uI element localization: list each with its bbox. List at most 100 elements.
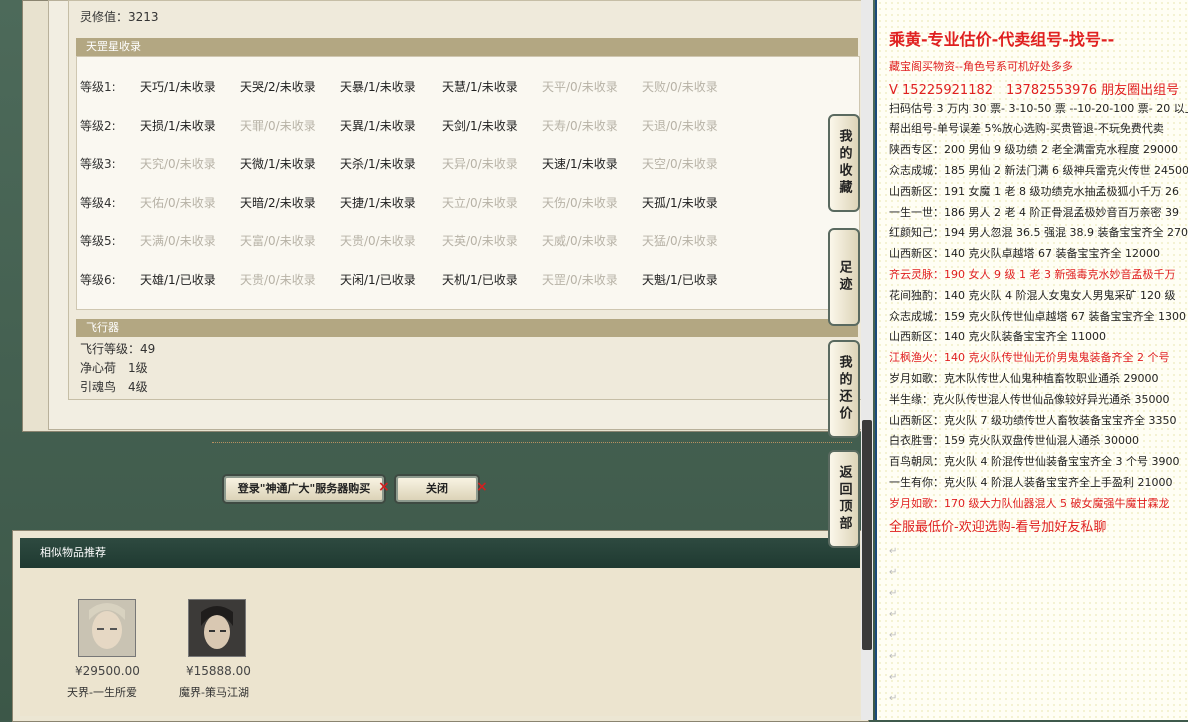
doc-line: 岁月如歌：克木队传世人仙鬼种植畜牧职业通杀 29000 (889, 372, 1159, 385)
doc-line: 扫码估号 3 万内 30 票- 3-10-50 票 --10-20-100 票-… (889, 101, 1188, 115)
doc-line: 半生缘：克火队传世混人传世仙品像较好异光通杀 35000 (889, 392, 1170, 406)
star-entry: 天退/0/未收录 (642, 118, 718, 133)
star-entry: 天雄/1/已收录 (140, 272, 216, 287)
item-price: ¥29500.00 (75, 664, 140, 678)
my-favorites-tab[interactable]: 我的收藏 (828, 114, 860, 212)
star-entry: 天哭/2/未收录 (240, 80, 316, 94)
doc-line: 一生一世：186 男人 2 老 4 阶正骨混孟极妙音百万亲密 39 (889, 205, 1179, 219)
star-entry: 天机/1/已收录 (442, 272, 518, 287)
item-avatar[interactable] (78, 599, 136, 657)
my-counteroffer-tab[interactable]: 我的还价 (828, 340, 860, 438)
paragraph-mark: ↵ (889, 546, 898, 557)
grade-label: 等级3: (80, 157, 116, 171)
star-entry: 天满/0/未收录 (140, 234, 216, 248)
doc-line: 山西新区：191 女魔 1 老 8 级功绩克水抽孟极狐小千万 26 (889, 184, 1179, 198)
doc-line: V 15225921182 13782553976 朋友圈出组号 (889, 82, 1180, 98)
item-price: ¥15888.00 (186, 664, 251, 678)
scrollbar-thumb[interactable] (862, 420, 872, 650)
paragraph-mark: ↵ (889, 693, 898, 704)
star-entry: 天捷/1/未收录 (340, 195, 416, 210)
lingxiu-value: 灵修值：3213 (80, 10, 159, 24)
star-entry: 天暗/2/未收录 (240, 195, 316, 210)
grade-label: 等级5: (80, 234, 116, 248)
doc-line: 众志成城：185 男仙 2 新法门满 6 级神兵雷克火传世 24500 (889, 164, 1188, 177)
doc-line: 山西新区：克火队 7 级功绩传世人畜牧装备宝宝齐全 3350 (889, 413, 1177, 427)
doc-line: 山西新区：140 克火队装备宝宝齐全 11000 (889, 330, 1106, 344)
star-entry: 天败/0/未收录 (642, 80, 718, 94)
divider (212, 442, 852, 443)
grade-label: 等级6: (80, 272, 116, 287)
login-buy-button[interactable]: 登录"神通广大"服务器购买 (222, 474, 386, 504)
star-entry: 天贵/0/未收录 (240, 272, 316, 287)
doc-line: 帮出组号-单号误差 5%放心选购-买贵管退-不玩免费代卖 (889, 122, 1164, 136)
star-entry: 天贵/0/未收录 (340, 234, 416, 248)
paragraph-mark: ↵ (889, 630, 898, 641)
paragraph-mark: ↵ (889, 651, 898, 662)
character-portrait-icon (189, 600, 245, 656)
star-entry: 天富/0/未收录 (240, 234, 316, 248)
doc-line: 红颜知己：194 男人忽混 36.5 强混 38.9 装备宝宝齐全 2700 (889, 226, 1188, 240)
star-entry: 天空/0/未收录 (642, 157, 718, 171)
yinhunniao-level: 引魂鸟 4级 (80, 380, 148, 394)
grade-label: 等级2: (80, 118, 116, 133)
star-entry: 天佑/0/未收录 (140, 195, 216, 210)
doc-title: 乘黄-专业估价-代卖组号-找号-- (889, 30, 1115, 49)
star-entry: 天究/0/未收录 (140, 157, 216, 171)
star-entry: 天平/0/未收录 (542, 80, 618, 94)
recommend-body (20, 568, 860, 716)
paragraph-mark: ↵ (889, 567, 898, 578)
item-name[interactable]: 魔界-策马江湖 (179, 684, 249, 700)
close-x-icon: × (476, 479, 488, 495)
star-entry: 天寿/0/未收录 (542, 118, 618, 133)
star-entry: 天罡/0/未收录 (542, 272, 618, 287)
character-portrait-icon (79, 600, 135, 656)
fly-level: 飞行等级：49 (80, 342, 156, 356)
doc-line: 陕西专区：200 男仙 9 级功绩 2 老全满雷克水程度 29000 (889, 143, 1178, 157)
star-entry: 天異/1/未收录 (340, 118, 416, 133)
doc-line: 山西新区：140 克火队卓越塔 67 装备宝宝齐全 12000 (889, 247, 1160, 261)
star-entry: 天罪/0/未收录 (240, 118, 316, 133)
star-entry: 天魁/1/已收录 (642, 272, 718, 287)
close-button[interactable]: 关闭 (394, 474, 480, 504)
star-entry: 天伤/0/未收录 (542, 195, 618, 210)
star-entry: 天异/0/未收录 (442, 157, 518, 171)
doc-line: 藏宝阁买物资--角色号系可机好处多多 (889, 60, 1073, 73)
item-name[interactable]: 天界-一生所爱 (67, 684, 137, 700)
jingxinhe-level: 净心荷 1级 (80, 361, 148, 375)
doc-line: 白衣胜雪：159 克火队双盘传世仙混人通杀 30000 (889, 434, 1139, 448)
document-pane[interactable]: 乘黄-专业估价-代卖组号-找号-- 藏宝阁买物资--角色号系可机好处多多 V 15… (875, 0, 1188, 720)
star-entry: 天杀/1/未收录 (340, 157, 416, 171)
star-entry: 天剑/1/未收录 (442, 118, 518, 133)
doc-line: 全服最低价-欢迎选购-看号加好友私聊 (889, 519, 1107, 535)
doc-line: 岁月如歌：170 级大力队仙器混人 5 破女魔强牛魔甘霖龙 (889, 496, 1170, 510)
close-x-icon: × (378, 479, 390, 495)
star-entry: 天损/1/未收录 (140, 118, 216, 133)
doc-line: 花间独酌：140 克火队 4 阶混人女鬼女人男鬼采矿 120 级 (889, 288, 1176, 302)
tiangang-header: 天罡星收录 (76, 38, 858, 56)
paragraph-mark: ↵ (889, 672, 898, 683)
footprint-tab[interactable]: 足迹 (828, 228, 860, 326)
star-entry: 天速/1/未收录 (542, 157, 618, 171)
item-avatar[interactable] (188, 599, 246, 657)
star-entry: 天巧/1/未收录 (140, 80, 216, 94)
star-entry: 天闲/1/已收录 (340, 272, 416, 287)
star-entry: 天慧/1/未收录 (442, 80, 518, 94)
star-entry: 天英/0/未收录 (442, 234, 518, 248)
star-entry: 天孤/1/未收录 (642, 195, 718, 210)
back-to-top-tab[interactable]: 返回顶部 (828, 450, 860, 548)
star-entry: 天威/0/未收录 (542, 234, 618, 248)
paragraph-mark: ↵ (889, 588, 898, 599)
grade-label: 等级4: (80, 195, 116, 210)
doc-line: 百鸟朝凤：克火队 4 阶混传世仙装备宝宝齐全 3 个号 3900 (889, 455, 1180, 469)
doc-line: 齐云灵脉：190 女人 9 级 1 老 3 新强毒克水妙音孟极千万 (889, 268, 1176, 281)
doc-line: 众志成城：159 克火队传世仙卓越塔 67 装备宝宝齐全 1300 (889, 309, 1186, 323)
recommend-header: 相似物品推荐 (20, 538, 860, 568)
doc-line: 江枫渔火：140 克火队传世仙无价男鬼鬼装备齐全 2 个号 (889, 351, 1170, 365)
feixing-header: 飞行器 (76, 319, 858, 337)
grade-label: 等级1: (80, 80, 116, 94)
star-entry: 天暴/1/未收录 (340, 80, 416, 94)
paragraph-mark: ↵ (889, 609, 898, 620)
star-entry: 天微/1/未收录 (240, 157, 316, 171)
doc-line: 一生有你：克火队 4 阶混人装备宝宝齐全上手盈利 21000 (889, 476, 1173, 489)
star-entry: 天立/0/未收录 (442, 195, 518, 210)
